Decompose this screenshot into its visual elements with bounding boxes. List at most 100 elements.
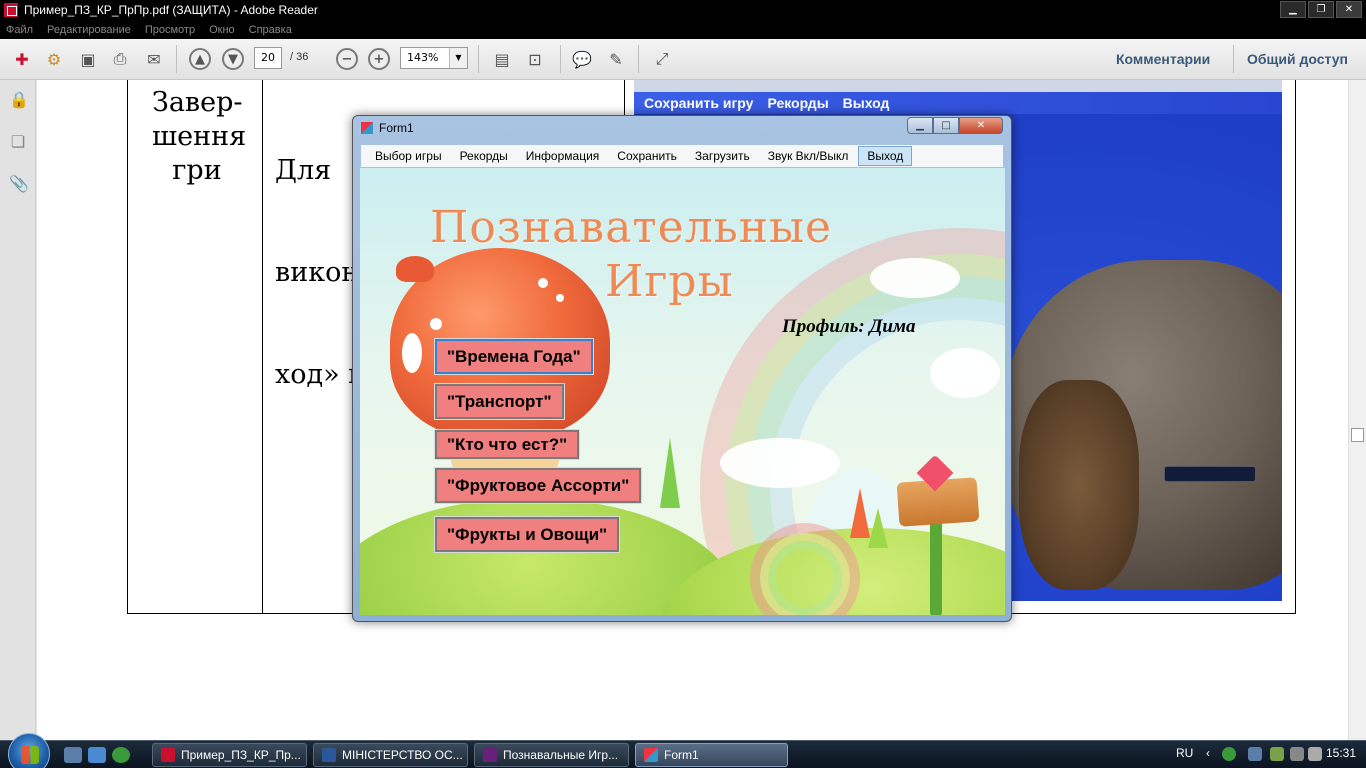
form1-menu-bar: Выбор игры Рекорды Информация Сохранить … <box>361 145 1003 167</box>
game-button-transport[interactable]: "Транспорт" <box>434 383 565 420</box>
menu-edit[interactable]: Редактирование <box>47 24 131 36</box>
menu-window[interactable]: Окно <box>209 24 235 36</box>
utorrent-tray-icon[interactable] <box>1222 747 1236 761</box>
taskbar-item-label: Form1 <box>664 748 699 762</box>
menu-load[interactable]: Загрузить <box>687 147 758 165</box>
attachment-icon[interactable]: 📎 <box>9 174 29 194</box>
open-icon[interactable]: ⚙ <box>42 47 66 71</box>
share-button[interactable]: Общий доступ <box>1247 51 1348 67</box>
form-maximize-button[interactable]: □ <box>933 117 959 134</box>
menu-exit[interactable]: Выход <box>858 146 913 166</box>
menu-view[interactable]: Просмотр <box>145 24 195 36</box>
form-app-icon <box>361 122 373 134</box>
game-button-fruits-vegetables[interactable]: "Фрукты и Овощи" <box>433 516 621 553</box>
screenshot-menu-item: Рекорды <box>767 95 829 111</box>
print-icon[interactable]: ⎙ <box>108 47 132 71</box>
heading-line-2: Игры <box>605 256 734 307</box>
menu-help[interactable]: Справка <box>249 24 292 36</box>
game-button-seasons[interactable]: "Времена Года" <box>434 338 594 375</box>
taskbar-item-word[interactable]: МІНІСТЕРСТВО ОС... <box>313 743 468 767</box>
page-number-input[interactable]: 20 <box>254 47 282 69</box>
taskbar-item-form1[interactable]: Form1 <box>635 743 788 767</box>
language-indicator[interactable]: RU <box>1176 746 1193 760</box>
zoom-value: 143% <box>407 51 439 64</box>
cloud-decoration <box>930 348 1000 398</box>
mushroom-spot <box>402 333 422 373</box>
small-mushroom <box>396 256 434 282</box>
email-icon[interactable]: ✉ <box>142 47 166 71</box>
table-border <box>1295 80 1296 614</box>
menu-save[interactable]: Сохранить <box>609 147 685 165</box>
menu-records[interactable]: Рекорды <box>452 147 516 165</box>
restore-button[interactable]: ❐ <box>1308 1 1334 18</box>
form1-titlebar: Form1 <box>361 121 414 135</box>
network-tray-icon[interactable] <box>1248 747 1262 761</box>
taskbar-item-vs[interactable]: Познавальные Игр... <box>474 743 629 767</box>
profile-label: Профиль: Дима <box>782 316 916 337</box>
toolbar-divider <box>560 45 561 73</box>
screenshot-menu-item: Сохранить игру <box>644 95 754 111</box>
form1-title: Form1 <box>379 121 414 135</box>
menu-file[interactable]: Файл <box>6 24 33 36</box>
cloud-decoration <box>720 438 840 488</box>
mushroom-spot <box>430 318 442 330</box>
explorer-icon[interactable] <box>88 747 106 763</box>
fullscreen-icon[interactable]: ⤢ <box>650 47 674 71</box>
form-close-button[interactable]: ✕ <box>959 117 1003 134</box>
fit-page-icon[interactable]: ▤ <box>490 47 514 71</box>
chevron-left-icon[interactable]: ‹ <box>1206 746 1210 760</box>
zoom-in-button[interactable]: + <box>368 48 390 70</box>
menu-select-game[interactable]: Выбор игры <box>367 147 450 165</box>
window-title: Пример_ПЗ_КР_ПрПр.pdf (ЗАЩИТА) - Adobe R… <box>24 3 318 17</box>
menu-sound-toggle[interactable]: Звук Вкл/Выкл <box>760 147 857 165</box>
signal-tray-icon[interactable] <box>1270 747 1284 761</box>
mushroom-spot <box>556 294 564 302</box>
fit-width-icon[interactable]: ⊡ <box>523 47 547 71</box>
minimize-button[interactable]: ▁ <box>1280 1 1306 18</box>
next-page-button[interactable]: ▼ <box>222 48 244 70</box>
cell-line: Завер- <box>152 87 243 118</box>
utorrent-icon[interactable] <box>112 747 130 763</box>
save-icon[interactable]: ▣ <box>76 47 100 71</box>
menu-info[interactable]: Информация <box>518 147 607 165</box>
table-border <box>262 80 263 614</box>
vertical-scrollbar[interactable] <box>1348 80 1366 740</box>
scrollbar-thumb[interactable] <box>1351 428 1364 442</box>
menu-bar: Файл Редактирование Просмотр Окно Справк… <box>0 20 1366 39</box>
form1-window-controls: ▁ □ ✕ <box>907 117 1003 134</box>
game-button-who-eats[interactable]: "Кто что ест?" <box>433 429 581 460</box>
prev-page-button[interactable]: ▲ <box>189 48 211 70</box>
bear-face-image <box>1019 380 1139 590</box>
table-border <box>127 80 128 614</box>
taskbar-item-label: Пример_ПЗ_КР_Пр... <box>181 748 301 762</box>
taskbar-item-label: МІНІСТЕРСТВО ОС... <box>342 748 463 762</box>
game-button-fruit-mix[interactable]: "Фруктовое Ассорти" <box>433 467 643 504</box>
toolbar-divider <box>176 45 177 73</box>
sign-pole <box>930 518 942 615</box>
form1-window: Form1 ▁ □ ✕ Выбор игры Рекорды Информаци… <box>352 115 1012 622</box>
zoom-select[interactable]: 143% ▼ <box>400 47 468 69</box>
form-minimize-button[interactable]: ▁ <box>907 117 933 134</box>
volume-icon[interactable] <box>1308 747 1322 761</box>
sign-icon[interactable]: ✎ <box>604 47 628 71</box>
create-pdf-icon[interactable]: ✚ <box>10 47 34 71</box>
toolbar-divider <box>638 45 639 73</box>
tree-decoration <box>660 438 680 508</box>
show-desktop-icon[interactable] <box>64 747 82 763</box>
pages-icon[interactable]: ❏ <box>9 132 27 152</box>
tree-decoration <box>850 488 870 538</box>
network-icon[interactable] <box>1290 747 1304 761</box>
chevron-down-icon[interactable]: ▼ <box>449 48 467 68</box>
zoom-out-button[interactable]: − <box>336 48 358 70</box>
page-total: / 36 <box>290 51 309 63</box>
start-button[interactable] <box>8 733 50 768</box>
word-icon <box>322 748 336 762</box>
close-button[interactable]: ✕ <box>1336 1 1362 18</box>
game-canvas: Познавательные Игры Профиль: Дима "Време… <box>360 168 1005 615</box>
lock-icon[interactable]: 🔒 <box>9 90 29 110</box>
taskbar-item-pdf[interactable]: Пример_ПЗ_КР_Пр... <box>152 743 307 767</box>
pdf-icon <box>161 748 175 762</box>
clock[interactable]: 15:31 <box>1326 746 1356 760</box>
comments-button[interactable]: Комментарии <box>1116 51 1210 67</box>
comment-icon[interactable]: 💬 <box>570 47 594 71</box>
